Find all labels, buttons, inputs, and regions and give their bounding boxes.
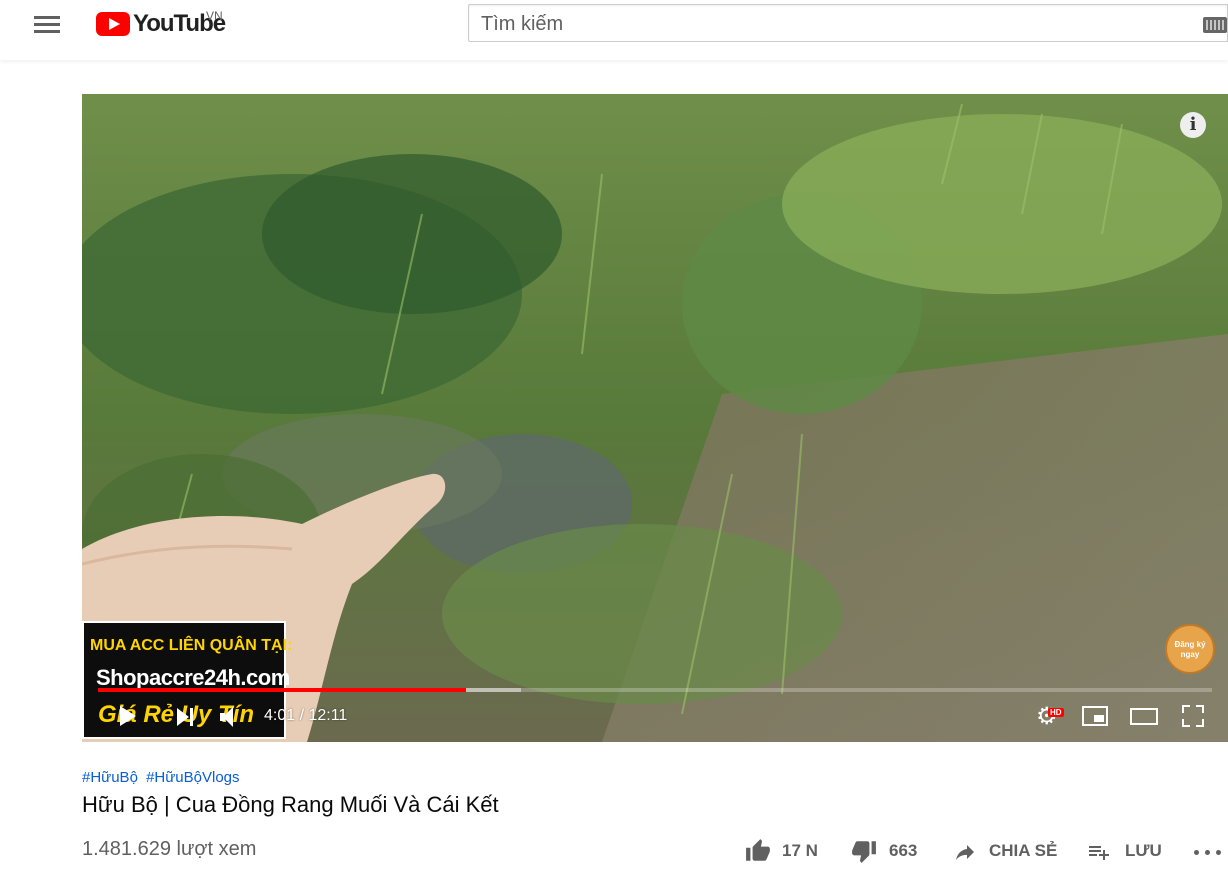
hashtag-link[interactable]: #HữuBộ — [82, 769, 138, 786]
hashtag-link[interactable]: #HữuBộVlogs — [146, 769, 239, 786]
fullscreen-icon[interactable] — [1182, 705, 1204, 727]
search-box[interactable] — [468, 4, 1228, 42]
keyboard-icon[interactable] — [1203, 17, 1227, 33]
more-options-icon[interactable] — [1194, 848, 1222, 856]
next-video-icon[interactable] — [177, 708, 195, 726]
hashtags: #HữuBộ #HữuBộVlogs — [82, 769, 244, 786]
save-label: LƯU — [1125, 841, 1162, 860]
share-button[interactable]: CHIA SẺ — [952, 838, 1062, 864]
subscribe-watermark[interactable]: Đăng ký ngay — [1165, 624, 1215, 674]
search-input[interactable] — [479, 10, 1183, 38]
video-title: Hữu Bộ | Cua Đồng Rang Muối Và Cái Kết — [82, 792, 499, 817]
volume-icon[interactable] — [220, 707, 244, 727]
share-arrow-icon — [956, 845, 974, 860]
thumbs-up-icon — [746, 839, 770, 861]
youtube-play-icon — [96, 12, 130, 36]
video-player[interactable]: i Đăng ký ngay MUA ACC LIÊN QUÂN TẠI: Sh… — [82, 94, 1228, 742]
dislike-button[interactable]: 663 — [850, 838, 926, 864]
thumbs-down-icon — [852, 841, 876, 863]
country-code: VN — [206, 9, 223, 23]
view-count: 1.481.629 lượt xem — [82, 838, 257, 860]
masthead: YouTube VN — [0, 0, 1228, 60]
progress-bar[interactable] — [98, 688, 1212, 692]
theater-mode-icon[interactable] — [1130, 708, 1158, 725]
hamburger-menu-icon[interactable] — [22, 12, 70, 36]
time-display: 4:01 / 12:11 — [264, 707, 348, 724]
playlist-add-icon — [1089, 846, 1109, 860]
progress-played — [98, 688, 466, 692]
like-button[interactable]: 17 N — [744, 838, 824, 864]
hd-badge: HD — [1048, 708, 1064, 717]
save-button[interactable]: LƯU — [1086, 838, 1166, 864]
dislike-count: 663 — [889, 841, 918, 860]
play-icon[interactable] — [120, 706, 136, 726]
info-icon[interactable]: i — [1180, 112, 1206, 138]
miniplayer-icon[interactable] — [1082, 706, 1108, 726]
share-label: CHIA SẺ — [989, 841, 1058, 860]
like-count: 17 N — [782, 841, 818, 860]
ad-line-1: MUA ACC LIÊN QUÂN TẠI: — [90, 637, 293, 654]
